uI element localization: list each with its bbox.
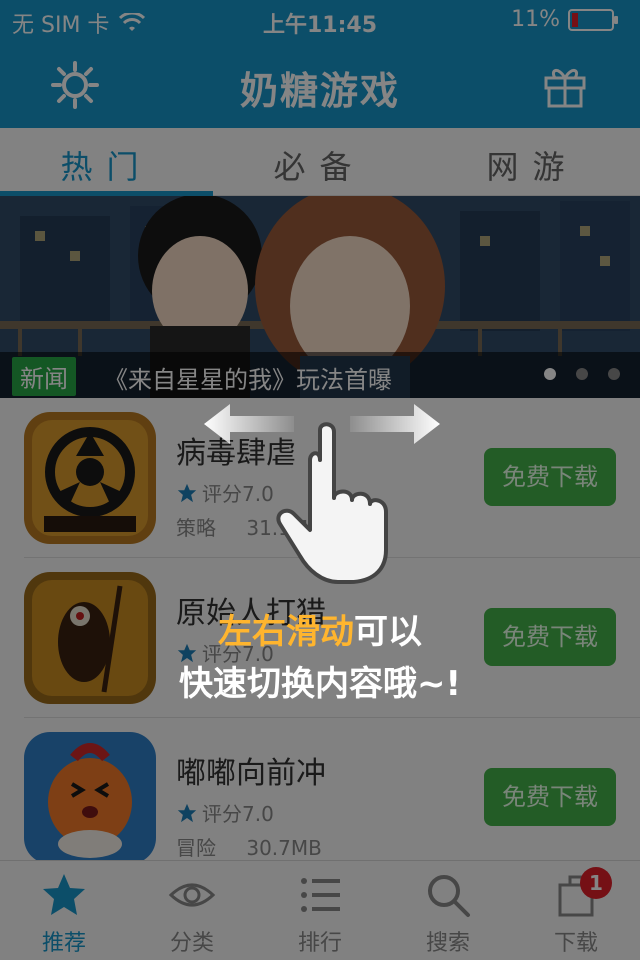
- swipe-guide-overlay[interactable]: 左右滑动可以 快速切换内容哦~!: [0, 0, 640, 960]
- guide-text-line1: 左右滑动可以: [100, 604, 540, 653]
- guide-highlight: 左右滑动: [218, 612, 354, 652]
- guide-text-line2: 快速切换内容哦~!: [179, 664, 461, 704]
- guide-line1-rest: 可以: [354, 612, 422, 652]
- pointing-hand-icon: [276, 422, 388, 584]
